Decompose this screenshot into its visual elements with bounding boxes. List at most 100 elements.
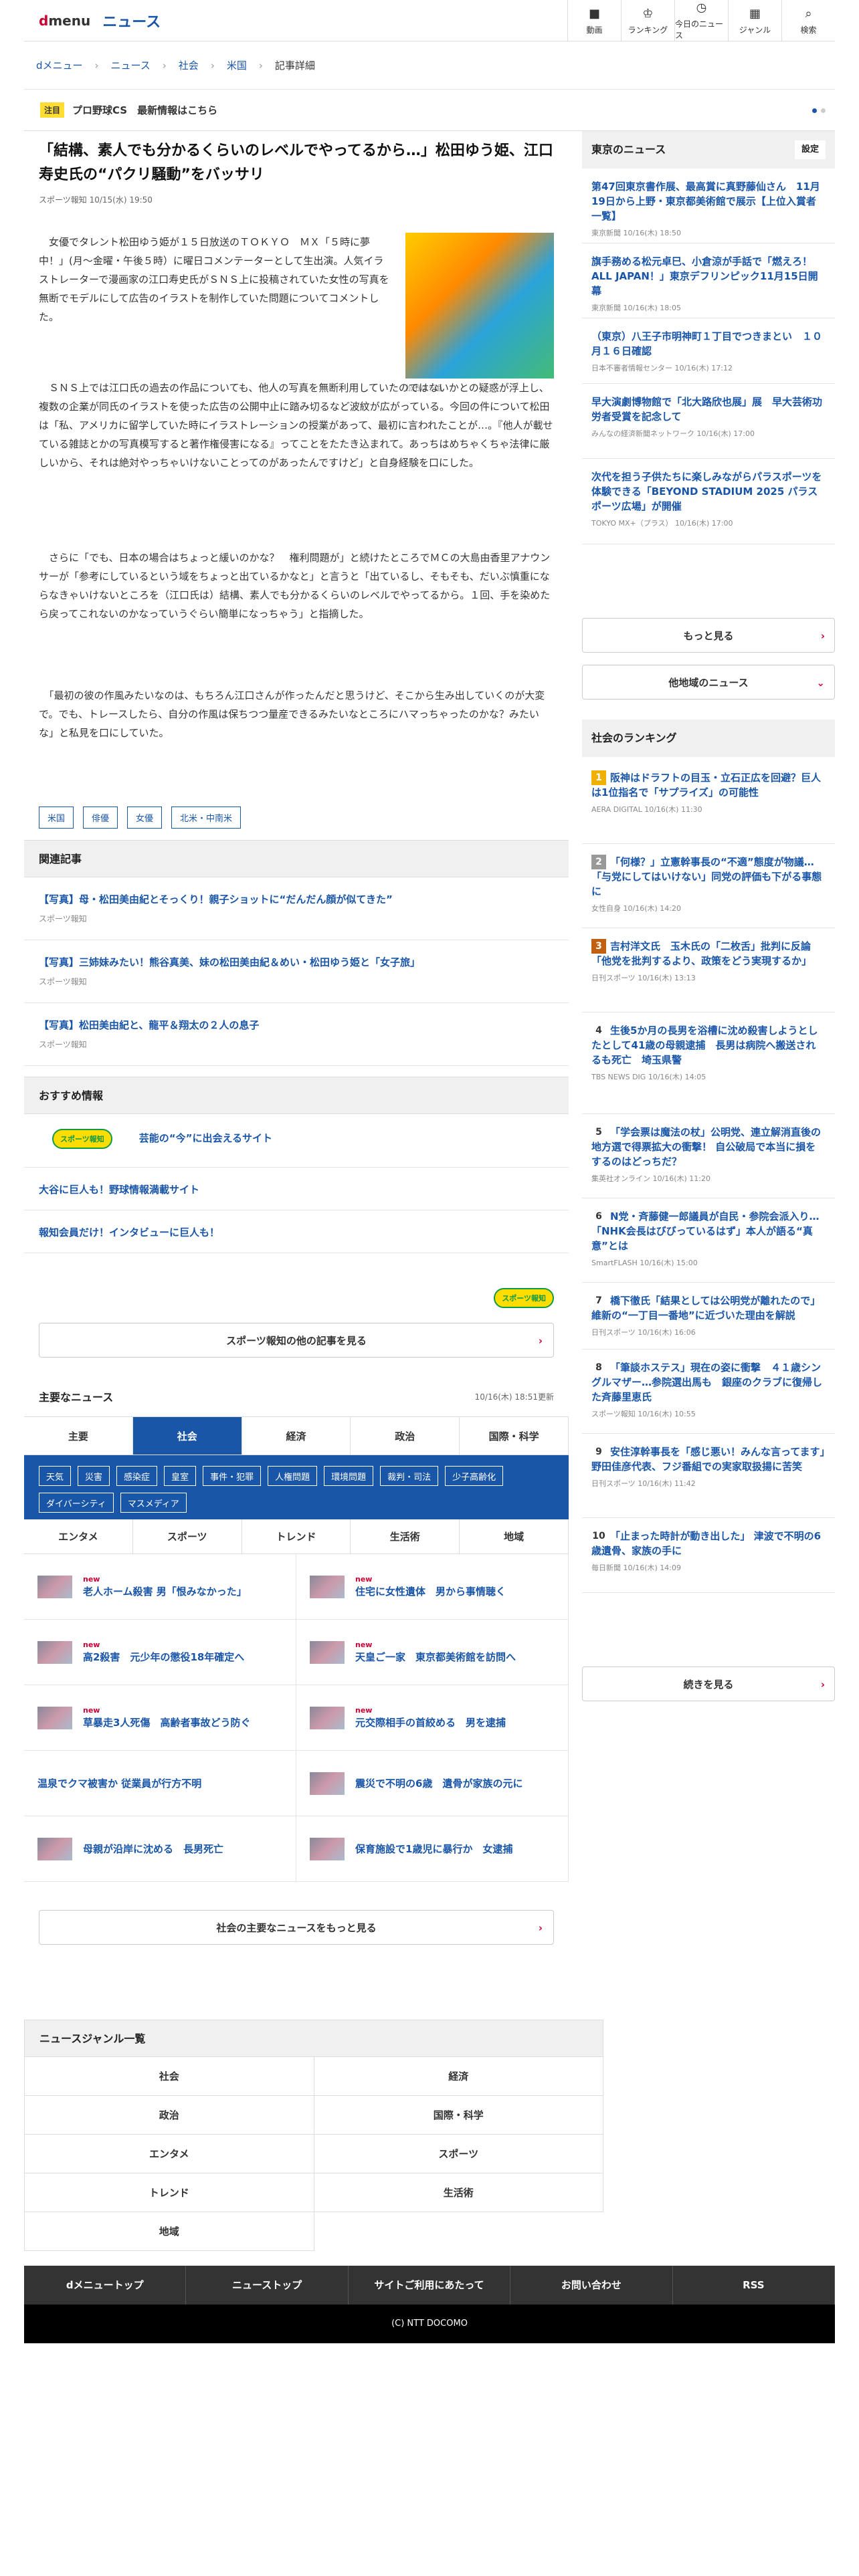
article-tag[interactable]: 米国 [39, 807, 74, 829]
recommend-item[interactable]: 報知会員だけ！インタビューに巨人も！ [24, 1210, 569, 1253]
tab-category[interactable]: 主要 [24, 1417, 133, 1455]
subcategory-chip[interactable]: 事件・犯罪 [203, 1466, 262, 1486]
news-item[interactable]: 温泉でクマ被害か 従業員が行方不明 [24, 1751, 296, 1816]
tab-category[interactable]: 生活術 [351, 1519, 460, 1553]
subcategory-chip[interactable]: 皇室 [164, 1466, 197, 1486]
tokyo-news-item[interactable]: 旗手務める松元卓巳、小倉涼が手話で「燃えろ！ALL JAPAN！」東京デフリンピ… [582, 243, 835, 318]
tokyo-news-item[interactable]: 第47回東京書作展、最高賞に真野藤仙さん 11月19日から上野・東京都美術館で展… [582, 169, 835, 243]
genre-link[interactable]: 生活術 [314, 2173, 603, 2212]
subcategory-chip[interactable]: マスメディア [120, 1493, 187, 1513]
breadcrumb-link[interactable]: dメニュー [24, 58, 95, 72]
recommend-title: 報知会員だけ！インタビューに巨人も！ [39, 1226, 220, 1239]
major-more-button[interactable]: 社会の主要なニュースをもっと見る › [39, 1910, 554, 1945]
news-item[interactable]: new 元交際相手の首絞める 男を逮捕 [296, 1685, 569, 1751]
header-nav-item[interactable]: ◷ 今日のニュース [674, 0, 728, 41]
hochi-more-button[interactable]: スポーツ報知の他の記事を見る › [39, 1323, 554, 1358]
ranking-item[interactable]: 3 吉村洋文氏 玉木氏の「二枚舌」批判に反論「他党を批判するより、政策をどう実現す… [582, 928, 835, 1012]
article-tag[interactable]: 俳優 [83, 807, 118, 829]
tab-category[interactable]: トレンド [242, 1519, 351, 1553]
recommend-item[interactable]: 大谷に巨人も！野球情報満載サイト [24, 1168, 569, 1210]
header-nav-item[interactable]: ⌕ 検索 [781, 0, 835, 41]
subcategory-chip[interactable]: 人権問題 [268, 1466, 318, 1486]
header-nav-item[interactable]: ♔ ランキング [621, 0, 674, 41]
related-title: 【写真】三姉妹みたい！熊谷真美、妹の松田美由紀＆めい・松田ゆう姫と「女子旅」 [39, 956, 421, 968]
carousel-dot-active[interactable] [812, 108, 817, 113]
tokyo-more-button[interactable]: もっと見る › [582, 618, 835, 653]
site-logo[interactable]: dmenu [24, 13, 90, 29]
news-logo[interactable]: ニュース [102, 10, 161, 31]
settings-button[interactable]: 設定 [794, 140, 826, 159]
other-region-button[interactable]: 他地域のニュース ⌄ [582, 665, 835, 700]
ranking-item[interactable]: 2 「何様？」立憲幹事長の“不適”態度が物議…「与党にしてはいけない」同党の評価も… [582, 844, 835, 928]
news-item[interactable]: new 住宅に女性遺体 男から事情聴く [296, 1554, 569, 1620]
related-item[interactable]: 【写真】母・松田美由紀とそっくり！親子ショットに“だんだん顔が似てきた” スポーツ… [24, 877, 569, 940]
genre-link[interactable]: エンタメ [25, 2135, 314, 2173]
genre-link[interactable]: 経済 [314, 2057, 603, 2096]
ranking-item[interactable]: 6 N党・斉藤健一郎議員が自民・参院会派入り…「NHK会長はびびっているはず」本人… [582, 1198, 835, 1283]
genre-link[interactable]: 社会 [25, 2057, 314, 2096]
ranking-item[interactable]: 10 「止まった時計が動き出した」 津波で不明の6歳遺骨、家族の手に 毎日新聞 10… [582, 1518, 835, 1593]
breadcrumb-link[interactable]: 社会 [167, 58, 211, 72]
tab-category[interactable]: 政治 [351, 1417, 460, 1455]
tab-category[interactable]: 国際・科学 [460, 1417, 569, 1455]
ranking-item[interactable]: 8 「筆談ホステス」現在の姿に衝撃 ４１歳シングルマザー…参院選出馬も 銀座のクラ… [582, 1350, 835, 1434]
breadcrumb-link[interactable]: ニュース [99, 58, 163, 72]
header-nav-item[interactable]: ■ 動画 [567, 0, 621, 41]
header-nav-item[interactable]: ▦ ジャンル [728, 0, 781, 41]
subcategory-chip[interactable]: 感染症 [116, 1466, 158, 1486]
news-text: new 住宅に女性遺体 男から事情聴く [355, 1575, 506, 1599]
tab-category[interactable]: 経済 [242, 1417, 351, 1455]
subcategory-chip[interactable]: 天気 [39, 1466, 72, 1486]
tokyo-news-item[interactable]: 早大演劇博物館で「北大路欣也展」展 早大芸術功労者受賞を記念して みんなの経済新聞… [582, 384, 835, 459]
article-tag[interactable]: 北米・中南米 [171, 807, 242, 829]
hochi-logo: スポーツ報知 [52, 1129, 112, 1149]
footer-link[interactable]: RSS [673, 2266, 836, 2304]
new-badge: new [355, 1705, 373, 1715]
genre-link[interactable]: トレンド [25, 2173, 314, 2212]
news-item[interactable]: new 草暴走3人死傷 高齢者事故どう防ぐ [24, 1685, 296, 1751]
recommend-item[interactable]: スポーツ報知 芸能の“今”に出会えるサイト [24, 1114, 569, 1168]
news-item[interactable]: 保育施設で1歳児に暴行か 女逮捕 [296, 1816, 569, 1882]
news-item[interactable]: new 老人ホーム殺害 男「恨みなかった」 [24, 1554, 296, 1620]
ranking-item[interactable]: 5 「学会票は魔法の杖」公明党、連立解消直後の地方選で得票拡大の衝撃！ 自公破局で… [582, 1114, 835, 1198]
related-item[interactable]: 【写真】松田美由紀と、龍平＆翔太の２人の息子 スポーツ報知 [24, 1003, 569, 1066]
ranking-item[interactable]: 7 橋下徹氏「結果としては公明党が離れたので」維新の“一丁目一番地”に近づいた理由… [582, 1283, 835, 1350]
news-item[interactable]: new 高2殺害 元少年の懲役18年確定へ [24, 1620, 296, 1685]
ranking-item[interactable]: 4 生後5か月の長男を浴槽に沈め殺害しようとしたとして41歳の母親逮捕 長男は病院… [582, 1012, 835, 1114]
news-item[interactable]: new 天皇ご一家 東京都美術館を訪問へ [296, 1620, 569, 1685]
ranking-item[interactable]: 9 安住淳幹事長を「感じ悪い！みんな言ってます」野田佳彦代表、フジ番組での実家取扱… [582, 1434, 835, 1518]
tab-category[interactable]: スポーツ [133, 1519, 242, 1553]
clock-icon: ◷ [696, 1, 707, 15]
ranking-more-button[interactable]: 続きを見る › [582, 1667, 835, 1701]
tokyo-news-item[interactable]: （東京）八王子市明神町１丁目でつきまとい １０月１６日確認 日本不審者情報センター… [582, 318, 835, 384]
subcategory-chip[interactable]: ダイバーシティ [39, 1493, 114, 1513]
subcategory-chip[interactable]: 少子高齢化 [445, 1466, 504, 1486]
footer-link[interactable]: dメニュートップ [24, 2266, 187, 2304]
rank-number: 7 [595, 1295, 602, 1306]
genre-link[interactable]: スポーツ [314, 2135, 603, 2173]
related-item[interactable]: 【写真】三姉妹みたい！熊谷真美、妹の松田美由紀＆めい・松田ゆう姫と「女子旅」 スポ… [24, 940, 569, 1003]
notice-text[interactable]: プロ野球CS 最新情報はこちら [72, 103, 217, 117]
footer-link[interactable]: ニューストップ [186, 2266, 349, 2304]
tab-category[interactable]: エンタメ [24, 1519, 133, 1553]
news-item[interactable]: 母親が沿岸に沈める 長男死亡 [24, 1816, 296, 1882]
ranking-item[interactable]: 1 阪神はドラフトの目玉・立石正広を回避？巨人は1位指名で「サプライズ」の可能性 A… [582, 760, 835, 844]
article-photo[interactable] [405, 233, 554, 379]
carousel-dot[interactable] [821, 108, 826, 113]
subcategory-chip[interactable]: 災害 [78, 1466, 110, 1486]
footer-link[interactable]: お問い合わせ [510, 2266, 673, 2304]
tab-category[interactable]: 社会 [132, 1417, 242, 1455]
news-item[interactable]: 震災で不明の6歳 遺骨が家族の元に [296, 1751, 569, 1816]
genre-link[interactable]: 地域 [25, 2212, 314, 2251]
notice-bar[interactable]: 注目 プロ野球CS 最新情報はこちら [24, 90, 835, 131]
genre-link[interactable]: 国際・科学 [314, 2096, 603, 2135]
tab-category[interactable]: 地域 [460, 1519, 569, 1553]
subcategory-chip[interactable]: 環境問題 [324, 1466, 374, 1486]
ranking-title: 5 「学会票は魔法の杖」公明党、連立解消直後の地方選で得票拡大の衝撃！ 自公破局で… [591, 1125, 826, 1169]
footer-link[interactable]: サイトご利用にあたって [349, 2266, 511, 2304]
genre-link[interactable]: 政治 [25, 2096, 314, 2135]
subcategory-chip[interactable]: 裁判・司法 [380, 1466, 439, 1486]
breadcrumb-link[interactable]: 米国 [215, 58, 259, 72]
tokyo-news-item[interactable]: 次代を担う子供たちに楽しみながらパラスポーツを体験できる「BEYOND STAD… [582, 459, 835, 544]
article-tag[interactable]: 女優 [127, 807, 163, 829]
